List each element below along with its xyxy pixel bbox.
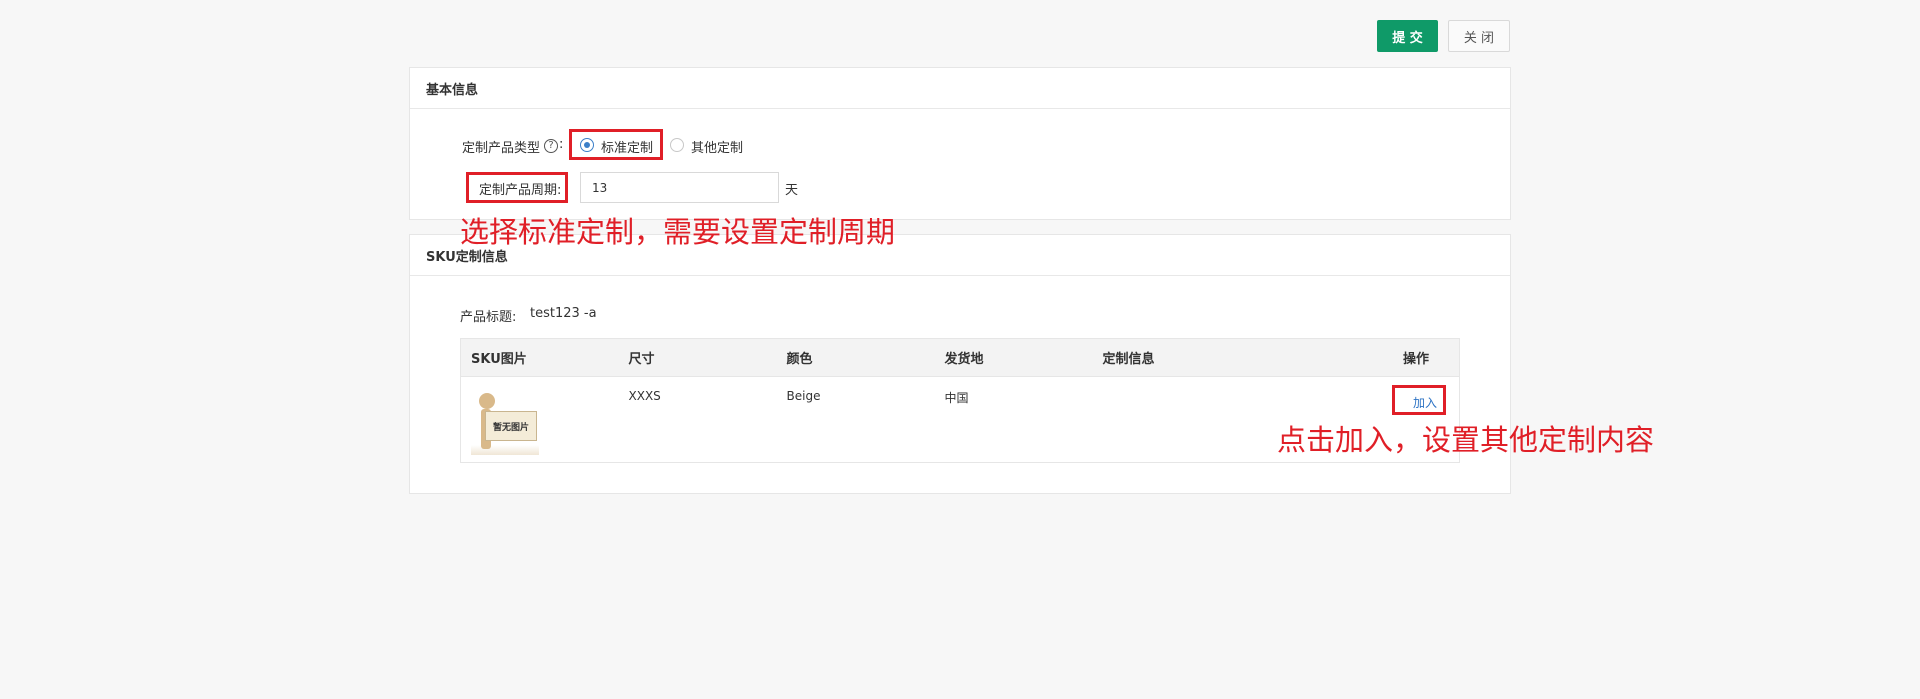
table-header-row: SKU图片 尺寸 颜色 发货地 定制信息 操作 — [460, 338, 1460, 377]
col-action: 操作 — [1380, 338, 1460, 377]
color-cell: Beige — [776, 376, 935, 463]
radio-other-custom[interactable] — [670, 138, 684, 152]
cycle-label: 定制产品周期: — [479, 183, 562, 198]
no-image-placeholder: 暂无图片 — [471, 389, 539, 455]
origin-cell: 中国 — [934, 376, 1093, 463]
placeholder-figure-head — [479, 393, 495, 409]
add-link[interactable]: 加入 — [1413, 396, 1437, 410]
col-custom-info: 定制信息 — [1092, 338, 1381, 377]
product-title-value: test123 -a — [530, 306, 597, 321]
radio-other-custom-label[interactable]: 其他定制 — [691, 137, 743, 156]
col-origin: 发货地 — [934, 338, 1093, 377]
product-type-colon: : — [559, 137, 564, 152]
placeholder-board: 暂无图片 — [485, 411, 537, 441]
col-sku-image: SKU图片 — [460, 338, 619, 377]
col-color: 颜色 — [776, 338, 935, 377]
annotation-select-standard: 选择标准定制，需要设置定制周期 — [460, 215, 896, 249]
annotation-click-add: 点击加入，设置其他定制内容 — [1277, 423, 1655, 457]
col-size: 尺寸 — [618, 338, 777, 377]
radio-standard-custom-label[interactable]: 标准定制 — [601, 137, 653, 156]
cycle-unit: 天 — [785, 183, 799, 198]
product-type-label: 定制产品类型 — [462, 141, 541, 156]
size-cell: XXXS — [618, 376, 777, 463]
product-title-label: 产品标题: — [460, 310, 517, 325]
close-button[interactable]: 关 闭 — [1448, 20, 1510, 52]
sku-image-cell: 暂无图片 — [460, 376, 619, 463]
basic-info-title: 基本信息 — [410, 68, 1510, 109]
radio-standard-custom[interactable] — [580, 138, 594, 152]
help-icon[interactable]: ? — [544, 139, 558, 153]
cycle-input[interactable] — [580, 172, 779, 203]
submit-button[interactable]: 提 交 — [1377, 20, 1438, 52]
basic-info-card: 基本信息 — [409, 67, 1511, 220]
